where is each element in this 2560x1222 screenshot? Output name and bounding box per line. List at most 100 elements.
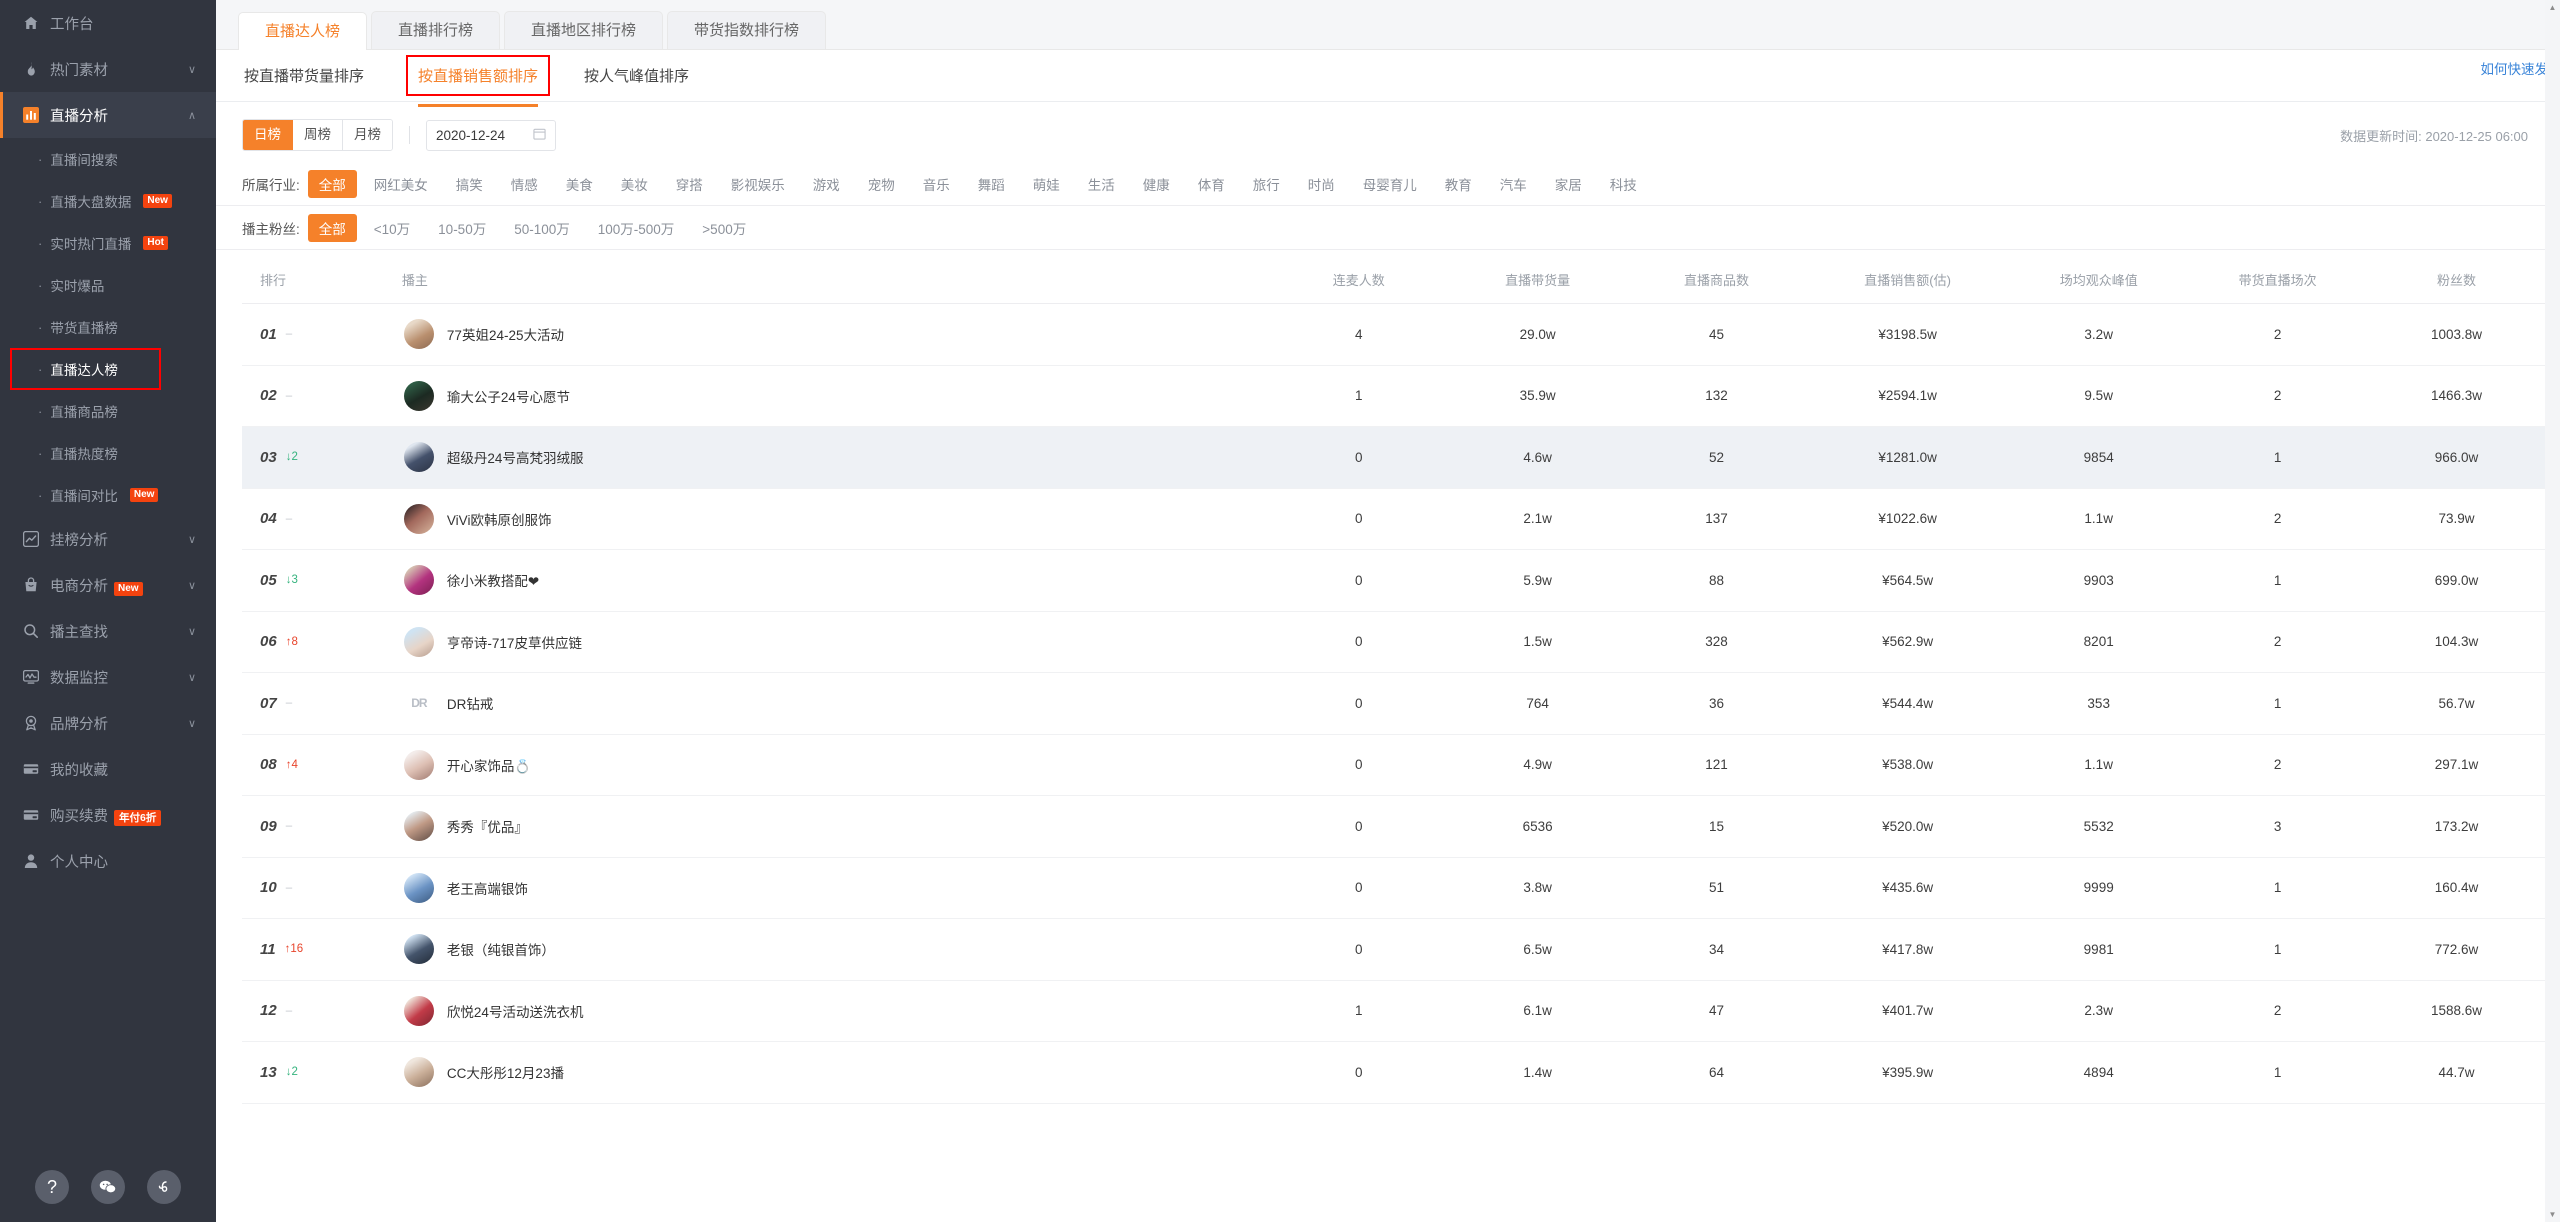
chevron-down-icon[interactable]: ∨ <box>188 671 196 684</box>
link-icon[interactable] <box>147 1170 181 1204</box>
table-row[interactable]: 05↓3徐小米教搭配❤05.9w88¥564.5w99031699.0w详情 <box>242 549 2560 612</box>
chevron-down-icon[interactable]: ∨ <box>188 63 196 76</box>
industry-chip-20[interactable]: 汽车 <box>1489 170 1538 198</box>
scroll-down-arrow[interactable]: ▼ <box>2545 1207 2560 1222</box>
period-option-2[interactable]: 月榜 <box>343 120 392 150</box>
sidebar-subitem-1[interactable]: · 直播大盘数据 New <box>0 180 216 222</box>
table-row[interactable]: 13↓2CC大彤彤12月23播01.4w64¥395.9w4894144.7w详… <box>242 1041 2560 1104</box>
industry-chip-21[interactable]: 家居 <box>1544 170 1593 198</box>
anchor-name[interactable]: 开心家饰品💍 <box>447 755 531 775</box>
sidebar-subitem-8[interactable]: · 直播间对比 New <box>0 474 216 516</box>
period-option-0[interactable]: 日榜 <box>243 120 293 150</box>
anchor-name[interactable]: 亨帝诗-717皮草供应链 <box>447 632 582 652</box>
fans-chip-2[interactable]: 10-50万 <box>427 214 497 242</box>
table-row[interactable]: 08↑4开心家饰品💍04.9w121¥538.0w1.1w2297.1w详情 <box>242 734 2560 796</box>
industry-chip-12[interactable]: 萌娃 <box>1022 170 1071 198</box>
industry-chip-16[interactable]: 旅行 <box>1242 170 1291 198</box>
column-header-3[interactable]: 直播带货量 <box>1448 256 1628 304</box>
tab-2[interactable]: 直播地区排行榜 <box>504 11 664 49</box>
sidebar-bottom-item-3[interactable]: 数据监控 ∨ <box>0 654 216 700</box>
industry-chip-14[interactable]: 健康 <box>1132 170 1181 198</box>
fans-chip-3[interactable]: 50-100万 <box>503 214 581 242</box>
chevron-down-icon[interactable]: ∨ <box>188 625 196 638</box>
column-header-1[interactable]: 播主 <box>401 256 1270 304</box>
fans-chip-4[interactable]: 100万-500万 <box>587 214 686 242</box>
help-icon[interactable]: ? <box>35 1170 69 1204</box>
anchor-name[interactable]: 欣悦24号活动送洗衣机 <box>447 1001 584 1021</box>
industry-chip-1[interactable]: 网红美女 <box>363 170 439 198</box>
sidebar-bottom-item-6[interactable]: 购买续费 年付6折 <box>0 792 216 838</box>
subtab-2[interactable]: 按人气峰值排序 <box>582 57 691 94</box>
anchor-name[interactable]: 77英姐24-25大活动 <box>447 324 564 344</box>
industry-chip-11[interactable]: 舞蹈 <box>967 170 1016 198</box>
table-row[interactable]: 12– 欣悦24号活动送洗衣机 1 6.1w 47 ¥401.7w 2.3w 2 1588.6w… <box>242 980 2560 1042</box>
scroll-up-arrow[interactable]: ▲ <box>2545 0 2560 15</box>
sidebar-subitem-6[interactable]: · 直播商品榜 <box>0 390 216 432</box>
fans-chip-5[interactable]: >500万 <box>691 214 757 242</box>
industry-chip-18[interactable]: 母婴育儿 <box>1352 170 1428 198</box>
chevron-down-icon[interactable]: ∨ <box>188 533 196 546</box>
chevron-up-icon[interactable]: ∧ <box>188 109 196 122</box>
period-option-1[interactable]: 周榜 <box>293 120 343 150</box>
sidebar-item-2[interactable]: 直播分析 ∧ <box>0 92 216 138</box>
subtab-1[interactable]: 按直播销售额排序 <box>406 55 551 107</box>
date-picker[interactable]: 2020-12-24 <box>426 119 556 151</box>
chevron-down-icon[interactable]: ∨ <box>188 579 196 592</box>
table-row[interactable]: 06 ↑8 亨帝诗-717皮草供应链 0 1.5w 328 ¥562.9w 8201 2 104.… <box>242 611 2560 673</box>
table-row[interactable]: 07–DRDR钻戒076436¥544.4w353156.7w详情 <box>242 672 2560 735</box>
anchor-name[interactable]: CC大彤彤12月23播 <box>447 1062 564 1082</box>
anchor-name[interactable]: DR钻戒 <box>447 693 494 713</box>
tab-1[interactable]: 直播排行榜 <box>371 11 501 49</box>
column-header-6[interactable]: 场均观众峰值 <box>2009 256 2189 304</box>
anchor-name[interactable]: 徐小米教搭配❤ <box>447 570 539 590</box>
table-row[interactable]: 03 ↓2 超级丹24号高梵羽绒服 0 4.6w 52 ¥1281.0w 9854 1 966.0… <box>242 426 2560 489</box>
industry-chip-5[interactable]: 美妆 <box>610 170 659 198</box>
column-header-0[interactable]: 排行 <box>242 256 402 304</box>
anchor-name[interactable]: 老银（纯银首饰） <box>447 939 555 959</box>
industry-chip-2[interactable]: 搞笑 <box>445 170 494 198</box>
tab-3[interactable]: 带货指数排行榜 <box>667 11 827 49</box>
sidebar-bottom-item-2[interactable]: 播主查找 ∨ <box>0 608 216 654</box>
industry-chip-10[interactable]: 音乐 <box>912 170 961 198</box>
table-row[interactable]: 10–老王高端银饰03.8w51¥435.6w99991160.4w详情 <box>242 857 2560 919</box>
industry-chip-7[interactable]: 影视娱乐 <box>720 170 796 198</box>
chevron-down-icon[interactable]: ∨ <box>188 717 196 730</box>
sidebar-item-1[interactable]: 热门素材 ∨ <box>0 46 216 92</box>
column-header-5[interactable]: 直播销售额(估) <box>1805 256 2010 304</box>
sidebar-bottom-item-5[interactable]: 我的收藏 <box>0 746 216 792</box>
table-row[interactable]: 02– 瑜大公子24号心愿节 1 35.9w 132 ¥2594.1w 9.5w 2 1466.… <box>242 365 2560 427</box>
table-row[interactable]: 09–秀秀『优品』0653615¥520.0w55323173.2w详情 <box>242 795 2560 858</box>
sidebar-bottom-item-0[interactable]: 挂榜分析 ∨ <box>0 516 216 562</box>
sidebar-bottom-item-4[interactable]: 品牌分析 ∨ <box>0 700 216 746</box>
table-row[interactable]: 04–ViVi欧韩原创服饰02.1w137¥1022.6w1.1w273.9w详… <box>242 488 2560 550</box>
industry-chip-9[interactable]: 宠物 <box>857 170 906 198</box>
table-row[interactable]: 11↑16老银（纯银首饰）06.5w34¥417.8w99811772.6w详情 <box>242 918 2560 981</box>
sidebar-subitem-0[interactable]: · 直播间搜索 <box>0 138 216 180</box>
column-header-2[interactable]: 连麦人数 <box>1269 256 1449 304</box>
sidebar-item-0[interactable]: 工作台 <box>0 0 216 46</box>
table-row[interactable]: 01– 77英姐24-25大活动 4 29.0w 45 ¥3198.5w 3.2w 2 1003… <box>242 303 2560 366</box>
sidebar-subitem-3[interactable]: · 实时爆品 <box>0 264 216 306</box>
column-header-7[interactable]: 带货直播场次 <box>2188 256 2368 304</box>
column-header-4[interactable]: 直播商品数 <box>1627 256 1806 304</box>
industry-chip-19[interactable]: 教育 <box>1434 170 1483 198</box>
fans-chip-1[interactable]: <10万 <box>363 214 421 242</box>
sidebar-subitem-5[interactable]: · 直播达人榜 <box>10 348 161 390</box>
sidebar-bottom-item-1[interactable]: 电商分析 New ∨ <box>0 562 216 608</box>
page-scrollbar[interactable]: ▲ ▼ <box>2545 0 2560 1222</box>
sidebar-subitem-2[interactable]: · 实时热门直播 Hot <box>0 222 216 264</box>
sidebar-subitem-4[interactable]: · 带货直播榜 <box>0 306 216 348</box>
industry-chip-4[interactable]: 美食 <box>555 170 604 198</box>
industry-chip-15[interactable]: 体育 <box>1187 170 1236 198</box>
industry-chip-8[interactable]: 游戏 <box>802 170 851 198</box>
industry-chip-17[interactable]: 时尚 <box>1297 170 1346 198</box>
anchor-name[interactable]: 老王高端银饰 <box>447 878 528 898</box>
industry-chip-13[interactable]: 生活 <box>1077 170 1126 198</box>
sidebar-subitem-7[interactable]: · 直播热度榜 <box>0 432 216 474</box>
anchor-name[interactable]: 瑜大公子24号心愿节 <box>447 386 570 406</box>
column-header-8[interactable]: 粉丝数 <box>2367 256 2546 304</box>
industry-chip-0[interactable]: 全部 <box>307 169 357 198</box>
wechat-icon[interactable] <box>91 1170 125 1204</box>
tab-0[interactable]: 直播达人榜 <box>238 12 368 50</box>
industry-chip-6[interactable]: 穿搭 <box>665 170 714 198</box>
